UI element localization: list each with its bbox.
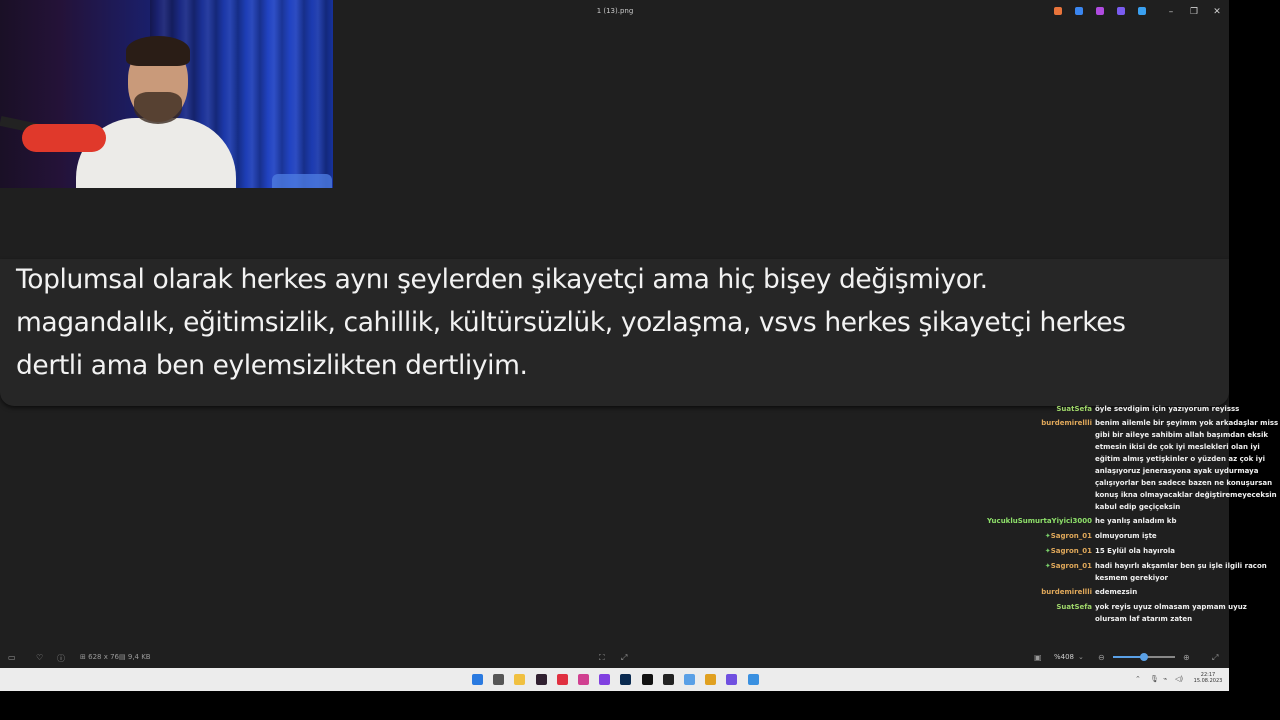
windows-taskbar [0,668,1229,691]
tiktok-icon[interactable] [641,674,653,685]
microphone-icon[interactable]: 🎙 [1150,675,1159,683]
streamer-hair [126,36,190,66]
dimensions-icon: ⊞ [80,653,86,661]
chat-username[interactable]: YucukluSumurtaYiyici3000 [987,515,1092,527]
message-image: Toplumsal olarak herkes aynı şeylerden ş… [0,259,1229,406]
chat-username-text: burdemirellli [1041,419,1092,427]
chat-text: benim ailemle bir şeyimm yok arkadaşlar … [1095,419,1279,511]
discord-app-icon[interactable] [726,674,738,685]
message-line: Toplumsal olarak herkes aynı şeylerden ş… [16,264,988,295]
chat-username[interactable]: SuatSefa [1056,601,1092,613]
task-view-icon[interactable] [493,674,505,685]
chat-username[interactable]: ✦Sagron_01 [1045,560,1092,572]
chat-text: 15 Eylül ola hayırola [1095,547,1175,555]
chat-username[interactable]: SuatSefa [1056,403,1092,415]
chat-username-text: SuatSefa [1056,603,1092,611]
maximize-button[interactable]: ❐ [1187,5,1201,19]
window-title: 1 (13).png [596,7,634,15]
microphone [22,124,106,152]
chat-username-text: burdemirellli [1041,588,1092,596]
chat-username-text: Sagron_01 [1050,562,1092,570]
fit-to-window-icon[interactable]: ⛶ [599,653,605,663]
chat-username[interactable]: burdemirellli [1041,417,1092,429]
close-button[interactable]: ✕ [1210,5,1224,19]
edit-icon[interactable] [1075,7,1083,15]
opera-icon[interactable] [556,674,568,685]
chat-text: olmuyorum işte [1095,532,1157,540]
chat-text: hadi hayırlı akşamlar ben şu işle ilgili… [1095,562,1267,582]
clipchamp-icon[interactable] [1096,7,1104,15]
streamer-beard [134,92,182,124]
obs-icon[interactable] [535,674,547,685]
network-icon[interactable] [684,674,695,685]
photos-icon[interactable] [747,674,759,685]
chat-username-text: YucukluSumurtaYiyici3000 [987,517,1092,525]
zoom-slider-thumb[interactable] [1140,653,1148,661]
capcut-icon[interactable] [662,674,674,685]
onedrive-icon[interactable] [1138,7,1146,15]
actual-size-icon[interactable]: ⤢ [621,653,627,663]
chevron-down-icon[interactable]: ⌄ [1078,653,1084,661]
message-line: magandalık, eğitimsizlik, cahillik, kült… [16,307,1126,338]
instagram-icon[interactable] [578,674,589,685]
chevron-up-icon[interactable]: ⌃ [1135,675,1141,683]
filmstrip-icon[interactable]: ▭ [8,653,16,662]
info-icon[interactable]: ⓘ [57,653,65,664]
minimize-button[interactable]: – [1164,5,1178,19]
photoshop-icon[interactable] [620,674,632,685]
dimensions-label: ⊞ 628 x 76 [80,653,119,661]
designer-icon[interactable] [1117,7,1125,15]
copilot-icon[interactable] [1054,7,1062,15]
chat-username-text: Sagron_01 [1050,532,1092,540]
chat-text: he yanlış anladım kb [1095,517,1177,525]
filesize-label: ▤ 9,4 KB [119,653,151,661]
screen: 1 (13).png – ❐ ✕ Toplumsal olarak herkes… [0,0,1280,720]
chat-username[interactable]: ✦Sagron_01 [1045,545,1092,557]
chat-username-text: Sagron_01 [1050,547,1092,555]
file-size: 9,4 KB [127,653,151,661]
viewer-status-bar: ▭ ♡ ⓘ ⊞ 628 x 76 ▤ 9,4 KB ⛶ ⤢ ▣ %408 ⌄ ⊖… [0,648,1229,668]
start-icon[interactable] [472,674,483,685]
chat-text: edemezsin [1095,588,1138,596]
file-icon: ▤ [119,653,126,661]
chat-text: yok reyis uyuz olmasam yapmam uyuz olurs… [1095,603,1247,623]
file-explorer-icon[interactable] [514,674,526,685]
favorite-heart-icon[interactable]: ♡ [36,653,43,662]
screen-icon[interactable]: ▣ [1034,653,1042,662]
network-icon[interactable]: ⌁ [1163,675,1167,683]
zoom-in-icon[interactable]: ⊕ [1183,653,1190,662]
clock-date: 15.08.2023 [1193,678,1223,684]
chat-username-text: SuatSefa [1056,405,1092,413]
desk-object [272,174,332,188]
zoom-out-icon[interactable]: ⊖ [1098,653,1105,662]
twitch-icon[interactable] [599,674,611,685]
chat-username[interactable]: burdemirellli [1041,586,1092,598]
chrome-icon[interactable] [705,674,717,685]
chat-text: öyle sevdigim için yazıyorum reyisss [1095,405,1240,413]
webcam-overlay [0,0,333,188]
taskbar-clock[interactable]: 22:17 15.08.2023 [1188,672,1228,684]
chat-username[interactable]: ✦Sagron_01 [1045,530,1092,542]
zoom-percent[interactable]: %408 [1054,653,1074,661]
message-line: dertli ama ben eylemsizlikten dertliyim. [16,350,528,381]
volume-icon[interactable]: ◁) [1175,675,1183,683]
fullscreen-icon[interactable]: ⤢ [1212,653,1218,663]
image-dimensions: 628 x 76 [88,653,119,661]
